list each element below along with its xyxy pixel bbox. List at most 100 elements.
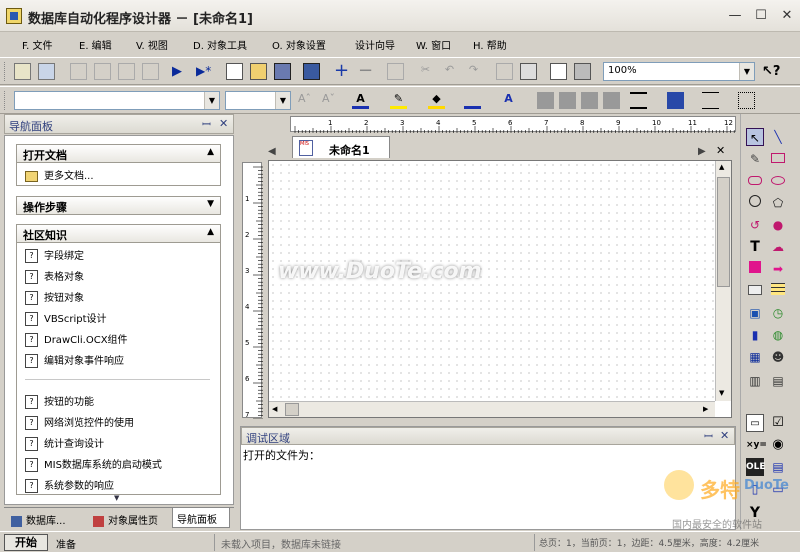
line-width-icon[interactable] [630,92,647,109]
folder-tool-icon[interactable]: ▭ [746,414,764,432]
scroll-down-icon[interactable]: ▼ [719,389,724,397]
arc-tool-icon[interactable]: ↺ [746,216,764,234]
pin-icon[interactable]: ꟷ [704,429,713,444]
link-item[interactable]: ? 网络浏览控件的使用 [25,414,134,430]
person-tool-icon[interactable]: ☻ [769,348,787,366]
section-community[interactable]: 社区知识 ▲ [16,224,221,243]
arrow-tool-icon[interactable]: ➡ [769,260,787,278]
print-preview-icon[interactable] [550,63,567,80]
new-project-icon[interactable] [14,63,31,80]
link-item[interactable]: ? 系统参数的响应 [25,477,114,493]
link-item[interactable]: ? 表格对象 [25,268,84,284]
maximize-button[interactable]: ☐ [750,6,772,26]
pointer-tool-icon[interactable]: ↖ [746,128,764,146]
circle-tool-icon[interactable] [746,194,764,212]
new-file-icon[interactable] [226,63,243,80]
tab-properties[interactable]: 对象属性页 [90,510,170,528]
paste-icon[interactable] [520,63,537,80]
border-style-icon[interactable] [738,92,755,109]
link-item[interactable]: ? 字段绑定 [25,247,84,263]
pencil-tool-icon[interactable]: ✎ [746,150,764,168]
scroll-thumb[interactable] [717,177,730,287]
link-item[interactable]: ? DrawCli.OCX组件 [25,331,128,347]
menu-edit[interactable]: E. 编辑 [79,37,112,52]
menu-design-wizard[interactable]: 设计向导 [355,37,395,52]
link-item[interactable]: ? VBScript设计 [25,310,107,326]
radio-tool-icon[interactable]: ◉ [769,436,787,454]
save-icon[interactable] [274,63,291,80]
vertical-scrollbar[interactable]: ▲ ▼ [715,161,731,401]
design-canvas[interactable]: ▲ ▼ ◀ ▶ [268,160,732,418]
pie-tool-icon[interactable]: ● [769,216,787,234]
polygon-tool-icon[interactable]: ⬠ [769,194,787,212]
menu-help[interactable]: H. 帮助 [473,37,507,52]
run-icon[interactable]: ▶ [172,63,189,80]
media-tool-icon[interactable]: ▥ [746,372,764,390]
pin-icon[interactable]: ꟷ [202,117,211,132]
highlight-icon[interactable]: ✎ [390,92,407,109]
link-item[interactable]: ? 按钮的功能 [25,393,94,409]
chart-tool-icon[interactable]: ▮ [746,326,764,344]
line-tool-icon[interactable]: ╲ [769,128,787,146]
tab-scroll-right-icon[interactable]: ▶ [698,146,706,157]
text-tool-icon[interactable]: T [746,238,764,256]
horizontal-scrollbar[interactable]: ◀ ▶ [269,401,715,417]
image-tool-icon[interactable]: ▦ [746,348,764,366]
open-folder-icon[interactable] [250,63,267,80]
text-style-icon[interactable]: A [500,92,517,109]
globe-tool-icon[interactable]: ◍ [769,326,787,344]
grid-tool-icon[interactable]: ▤ [769,372,787,390]
section-open-doc[interactable]: 打开文档 ▲ [16,144,221,163]
checkbox-tool-icon[interactable]: ☑ [769,414,787,432]
callout-tool-icon[interactable]: ☁ [769,238,787,256]
clock-tool-icon[interactable]: ◷ [769,304,787,322]
scroll-right-icon[interactable]: ▶ [703,405,708,413]
menu-object-tools[interactable]: D. 对象工具 [193,37,247,52]
more-docs-link[interactable]: 更多文档... [25,167,94,182]
link-item[interactable]: ? 按钮对象 [25,289,84,305]
section-steps[interactable]: 操作步骤 ▼ [16,196,221,215]
text-align-icon[interactable] [702,92,719,109]
print-icon[interactable] [574,63,591,80]
calc-tool-icon[interactable]: ×y= [746,436,767,454]
zoom-select[interactable]: 100% ▼ [603,62,755,81]
list-tool-icon[interactable]: ▤ [769,458,787,476]
minimize-button[interactable]: — [724,6,746,26]
toolbar-grip[interactable] [4,91,7,110]
link-item[interactable]: ? 编辑对象事件响应 [25,352,124,368]
scroll-up-icon[interactable]: ▲ [719,163,724,171]
scroll-left-icon[interactable]: ◀ [272,405,277,413]
button-tool-icon[interactable] [746,282,764,300]
line-color-icon[interactable] [464,92,481,109]
rectangle-tool-icon[interactable] [769,150,787,168]
close-icon[interactable]: ✕ [219,117,228,130]
remove-icon[interactable]: − [357,62,374,80]
help-pointer-icon[interactable]: ↖? [762,63,780,80]
dbview-tool-icon[interactable]: ▣ [746,304,764,322]
menu-view[interactable]: V. 视图 [136,37,168,52]
ellipse-tool-icon[interactable] [769,172,787,190]
tab-navigation[interactable]: 导航面板 [172,508,230,528]
chevron-down-icon[interactable]: ▼ [275,92,290,109]
tab-database[interactable]: 数据库... [8,510,86,528]
label-tool-icon[interactable]: OLE [746,458,766,476]
run-step-icon[interactable]: ▶* [196,63,213,80]
font-size-select[interactable]: ▼ [225,91,291,110]
link-item[interactable]: ? 统计查询设计 [25,435,104,451]
rounded-rect-tool-icon[interactable] [746,172,764,190]
add-icon[interactable]: + [333,62,350,80]
shadow-icon[interactable] [667,92,684,109]
doc-tab[interactable]: MIS 未命名1 [292,136,390,158]
close-doc-icon[interactable]: ✕ [716,144,725,157]
cube-tool-icon[interactable] [746,260,764,278]
menu-object-settings[interactable]: O. 对象设置 [272,37,326,52]
fill-color-icon[interactable]: ◆ [428,92,445,109]
open-project-icon[interactable] [38,63,55,80]
chevron-down-icon[interactable]: ▼ [739,63,754,80]
toolbar-grip[interactable] [4,62,7,81]
close-button[interactable]: ✕ [776,6,798,26]
menu-file[interactable]: F. 文件 [22,37,53,52]
close-icon[interactable]: ✕ [720,429,729,442]
tab-scroll-left-icon[interactable]: ◀ [268,146,276,157]
font-name-select[interactable]: ▼ [14,91,220,110]
